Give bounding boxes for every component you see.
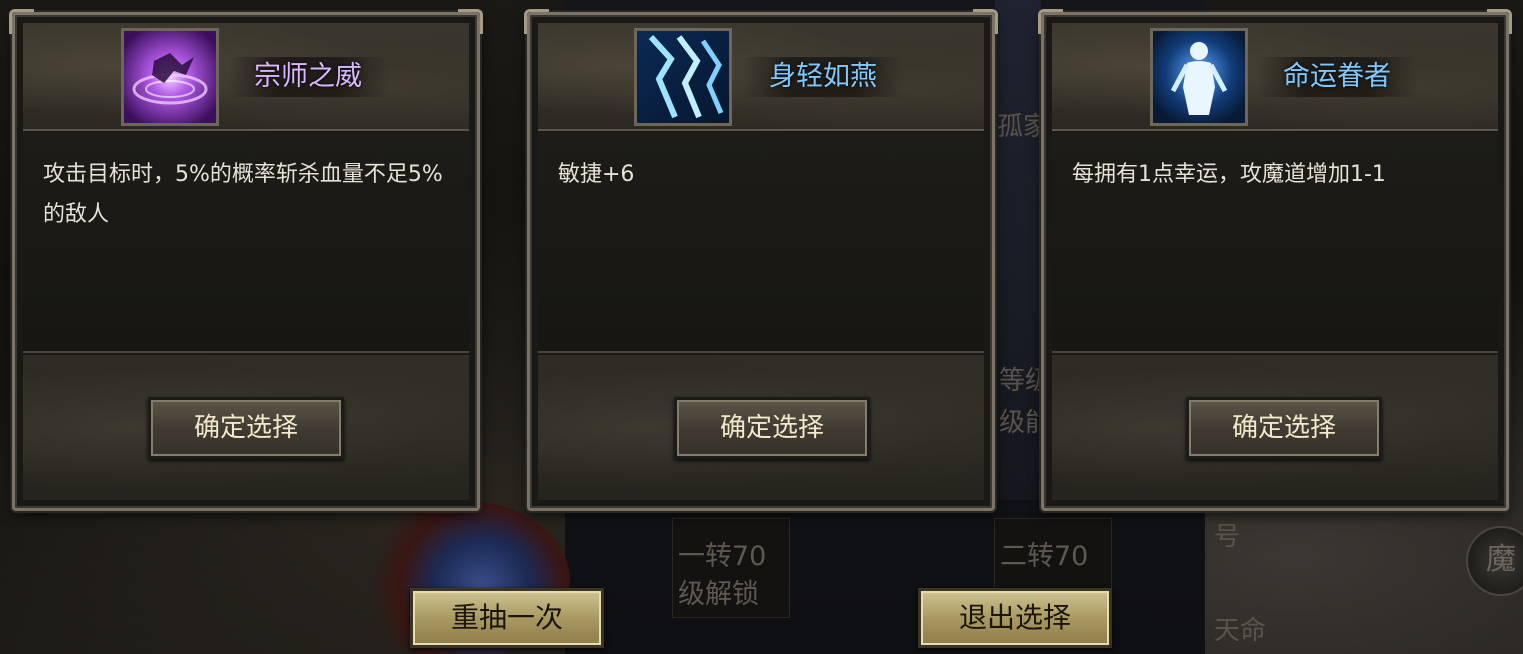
- skill-name: 身轻如燕: [743, 57, 903, 97]
- background-fragment-4: 号: [1214, 522, 1241, 552]
- skill-card-header: 身轻如燕: [538, 23, 984, 131]
- confirm-select-button-1[interactable]: 确定选择: [148, 397, 344, 459]
- skill-card-1: 宗师之威 攻击目标时，5%的概率斩杀血量不足5%的敌人 确定选择: [9, 9, 483, 511]
- skill-card-footer: 确定选择: [1052, 355, 1498, 500]
- glowing-figure-icon: [1150, 28, 1248, 126]
- skill-description: 敏捷+6: [538, 133, 984, 353]
- skill-name: 命运眷者: [1257, 57, 1417, 97]
- reroll-button[interactable]: 重抽一次: [410, 588, 604, 648]
- skill-card-3: 命运眷者 每拥有1点幸运，攻魔道增加1-1 确定选择: [1038, 9, 1512, 511]
- skill-selection-screen: 一转70 级解锁 二转70 孤家 等级 级能 号 天命 魔 宗师之威 攻击目标时…: [0, 0, 1523, 654]
- skill-description: 攻击目标时，5%的概率斩杀血量不足5%的敌人: [23, 133, 469, 353]
- skill-card-footer: 确定选择: [23, 355, 469, 500]
- skill-name: 宗师之威: [228, 57, 388, 97]
- background-unlock-left-line1: 一转70: [678, 541, 767, 572]
- skill-card-2: 身轻如燕 敏捷+6 确定选择: [524, 9, 998, 511]
- blue-lightning-icon: [634, 28, 732, 126]
- background-unlock-right: 二转70: [1000, 538, 1088, 576]
- background-badge-icon: 魔: [1466, 526, 1523, 596]
- confirm-select-button-2[interactable]: 确定选择: [674, 397, 870, 459]
- skill-description: 每拥有1点幸运，攻魔道增加1-1: [1052, 133, 1498, 353]
- background-unlock-right-line1: 二转70: [1000, 541, 1089, 572]
- skill-card-footer: 确定选择: [538, 355, 984, 500]
- purple-vortex-icon: [121, 28, 219, 126]
- skill-card-header: 命运眷者: [1052, 23, 1498, 131]
- confirm-select-button-3[interactable]: 确定选择: [1186, 397, 1382, 459]
- skill-card-header: 宗师之威: [23, 23, 469, 131]
- background-badge-glyph: 魔: [1486, 542, 1516, 577]
- background-unlock-left-line2: 级解锁: [678, 579, 759, 610]
- exit-selection-button[interactable]: 退出选择: [918, 588, 1112, 648]
- background-fragment-5: 天命: [1214, 616, 1267, 646]
- background-unlock-left: 一转70 级解锁: [678, 538, 766, 614]
